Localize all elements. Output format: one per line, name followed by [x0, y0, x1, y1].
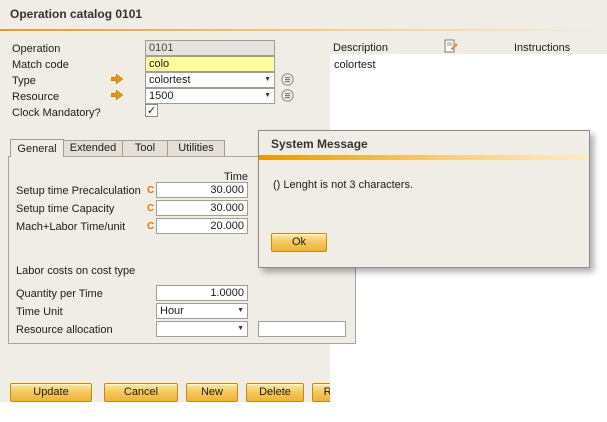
- dialog-title-separator: [259, 155, 589, 160]
- chevron-down-icon[interactable]: ▼: [262, 89, 271, 103]
- system-message-dialog: System Message () Lenght is not 3 charac…: [258, 130, 590, 268]
- match-code-field[interactable]: colo: [145, 56, 275, 72]
- quantity-per-time-label: Quantity per Time: [16, 287, 103, 301]
- setup-capacity-label: Setup time Capacity: [16, 202, 114, 216]
- tab-utilities[interactable]: Utilities: [167, 140, 225, 156]
- clock-mandatory-checkbox[interactable]: ✓: [145, 104, 158, 117]
- formatted-search-icon[interactable]: [281, 73, 294, 86]
- resource-label: Resource: [12, 90, 59, 104]
- tab-general[interactable]: General: [10, 139, 64, 157]
- tab-tool[interactable]: Tool: [122, 140, 168, 156]
- type-label: Type: [12, 74, 36, 88]
- resource-allocation-label: Resource allocation: [16, 323, 113, 337]
- calc-flag[interactable]: C: [147, 203, 154, 214]
- time-unit-label: Time Unit: [16, 305, 63, 319]
- link-arrow-icon[interactable]: [111, 90, 123, 100]
- description-text[interactable]: colortest: [334, 58, 376, 72]
- operation-field: 0101: [145, 40, 275, 56]
- chevron-down-icon[interactable]: ▼: [235, 322, 244, 336]
- quantity-per-time-field[interactable]: 1.0000: [156, 285, 248, 301]
- description-header: Description: [333, 41, 388, 55]
- dialog-message: () Lenght is not 3 characters.: [273, 179, 413, 191]
- new-button[interactable]: New: [186, 383, 238, 402]
- dialog-title: System Message: [271, 137, 368, 151]
- clock-mandatory-label: Clock Mandatory?: [12, 106, 101, 120]
- setup-capacity-field[interactable]: 30.000: [156, 200, 248, 216]
- resource-allocation-combo[interactable]: ▼: [156, 321, 248, 337]
- screen: Operation catalog 0101 Description Instr…: [0, 0, 607, 422]
- resource-combo-value: 1500: [149, 89, 173, 103]
- type-combo[interactable]: colortest ▼: [145, 72, 275, 88]
- calc-flag[interactable]: C: [147, 185, 154, 196]
- cancel-button[interactable]: Cancel: [104, 383, 178, 402]
- check-icon: ✓: [146, 105, 157, 117]
- delete-button[interactable]: Delete: [246, 383, 304, 402]
- time-unit-value: Hour: [160, 304, 184, 318]
- ok-button[interactable]: Ok: [271, 233, 327, 252]
- text-editor-icon[interactable]: [444, 39, 458, 53]
- resource-combo[interactable]: 1500 ▼: [145, 88, 275, 104]
- chevron-down-icon[interactable]: ▼: [235, 304, 244, 318]
- labor-costs-label: Labor costs on cost type: [16, 264, 135, 278]
- formatted-search-icon[interactable]: [281, 89, 294, 102]
- setup-precalc-field[interactable]: 30.000: [156, 182, 248, 198]
- calc-flag[interactable]: C: [147, 221, 154, 232]
- update-button[interactable]: Update: [10, 383, 92, 402]
- resource-allocation-extra-field[interactable]: [258, 321, 346, 337]
- time-unit-combo[interactable]: Hour ▼: [156, 303, 248, 319]
- window-title: Operation catalog 0101: [10, 7, 142, 21]
- match-code-label: Match code: [12, 58, 69, 72]
- setup-precalc-label: Setup time Precalculation: [16, 184, 141, 198]
- mach-labor-field[interactable]: 20.000: [156, 218, 248, 234]
- mach-labor-label: Mach+Labor Time/unit: [16, 220, 125, 234]
- type-combo-value: colortest: [149, 73, 191, 87]
- title-separator: [0, 29, 607, 31]
- chevron-down-icon[interactable]: ▼: [262, 73, 271, 87]
- link-arrow-icon[interactable]: [111, 74, 123, 84]
- instructions-header: Instructions: [514, 41, 570, 55]
- operation-label: Operation: [12, 42, 60, 56]
- tab-extended[interactable]: Extended: [63, 140, 123, 156]
